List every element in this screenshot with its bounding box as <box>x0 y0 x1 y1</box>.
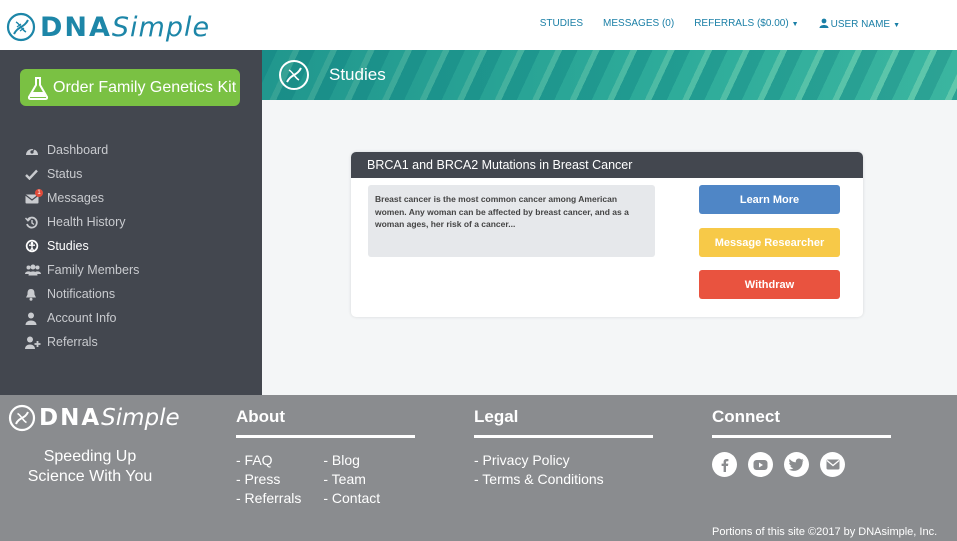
footer-connect-heading: Connect <box>712 407 780 426</box>
footer-legal: Legal - Privacy Policy - Terms & Conditi… <box>474 407 653 489</box>
sidebar-item-dashboard[interactable]: Dashboard <box>25 138 139 162</box>
footer-logo-wordmark: DNASimple <box>39 405 180 431</box>
footer: DNASimple Speeding Up Science With You A… <box>0 395 957 541</box>
dna-helix-logo-icon <box>279 60 309 90</box>
sidebar-item-notifications[interactable]: Notifications <box>25 282 139 306</box>
top-header: DNASimple STUDIES MESSAGES (0) REFERRALS… <box>0 0 957 50</box>
footer-tagline: Speeding Up Science With You <box>27 448 153 485</box>
footer-connect: Connect <box>712 407 891 477</box>
studies-icon <box>25 239 39 253</box>
sidebar-item-account-info[interactable]: Account Info <box>25 306 139 330</box>
footer-link-terms[interactable]: - Terms & Conditions <box>474 470 604 489</box>
user-icon <box>25 312 37 325</box>
learn-more-button[interactable]: Learn More <box>699 185 840 214</box>
footer-about: About - FAQ - Press - Referrals - Blog -… <box>236 407 415 508</box>
sidebar-nav: Dashboard Status 1 Messages Health Histo… <box>25 138 139 354</box>
email-icon[interactable] <box>820 452 845 477</box>
study-title: BRCA1 and BRCA2 Mutations in Breast Canc… <box>351 152 863 178</box>
dna-helix-logo-icon <box>8 404 36 432</box>
main-content: BRCA1 and BRCA2 Mutations in Breast Canc… <box>262 100 957 395</box>
facebook-icon[interactable] <box>712 452 737 477</box>
caret-down-icon: ▼ <box>791 21 799 28</box>
order-family-genetics-kit-button[interactable]: Order Family Genetics Kit <box>20 69 240 106</box>
top-nav: STUDIES MESSAGES (0) REFERRALS ($0.00) ▼ … <box>520 18 900 30</box>
divider <box>236 435 415 438</box>
sidebar-item-family-members[interactable]: Family Members <box>25 258 139 282</box>
sidebar-item-health-history[interactable]: Health History <box>25 210 139 234</box>
studies-banner: Studies <box>262 50 957 100</box>
youtube-icon[interactable] <box>748 452 773 477</box>
user-plus-icon <box>25 336 41 349</box>
copyright-text: Portions of this site ©2017 by DNAsimple… <box>712 526 938 538</box>
nav-referrals-dropdown[interactable]: REFERRALS ($0.00) ▼ <box>694 18 798 30</box>
nav-messages[interactable]: MESSAGES (0) <box>603 18 674 30</box>
footer-link-privacy-policy[interactable]: - Privacy Policy <box>474 451 604 470</box>
users-icon <box>25 264 41 276</box>
footer-link-team[interactable]: - Team <box>323 470 380 489</box>
messages-badge: 1 <box>35 188 43 197</box>
footer-link-referrals[interactable]: - Referrals <box>236 489 301 508</box>
footer-about-heading: About <box>236 407 286 426</box>
footer-logo[interactable]: DNASimple <box>8 404 180 432</box>
footer-link-faq[interactable]: - FAQ <box>236 451 301 470</box>
history-icon <box>25 216 38 228</box>
divider <box>712 435 891 438</box>
sidebar-item-messages[interactable]: 1 Messages <box>25 186 139 210</box>
withdraw-button[interactable]: Withdraw <box>699 270 840 299</box>
bell-icon <box>26 288 36 301</box>
sidebar-item-studies[interactable]: Studies <box>25 234 139 258</box>
sidebar: Order Family Genetics Kit Dashboard Stat… <box>0 50 262 395</box>
dashboard-icon <box>26 147 38 155</box>
divider <box>474 435 653 438</box>
nav-user-dropdown[interactable]: USER NAME ▼ <box>819 18 900 30</box>
dna-helix-logo-icon <box>6 12 36 42</box>
logo-wordmark: DNASimple <box>40 11 211 43</box>
footer-link-press[interactable]: - Press <box>236 470 301 489</box>
social-links <box>712 452 891 477</box>
caret-down-icon: ▼ <box>893 22 900 29</box>
study-card: BRCA1 and BRCA2 Mutations in Breast Canc… <box>351 152 863 317</box>
check-icon <box>25 169 38 180</box>
page-title: Studies <box>329 65 386 84</box>
flask-icon <box>27 77 49 100</box>
footer-link-contact[interactable]: - Contact <box>323 489 380 508</box>
study-description: Breast cancer is the most common cancer … <box>368 185 655 257</box>
message-researcher-button[interactable]: Message Researcher <box>699 228 840 257</box>
footer-link-blog[interactable]: - Blog <box>323 451 380 470</box>
twitter-icon[interactable] <box>784 452 809 477</box>
sidebar-item-referrals[interactable]: Referrals <box>25 330 139 354</box>
nav-studies[interactable]: STUDIES <box>540 18 583 30</box>
footer-legal-heading: Legal <box>474 407 519 426</box>
dnasimple-logo[interactable]: DNASimple <box>6 10 210 44</box>
user-icon <box>819 18 829 28</box>
sidebar-item-status[interactable]: Status <box>25 162 139 186</box>
